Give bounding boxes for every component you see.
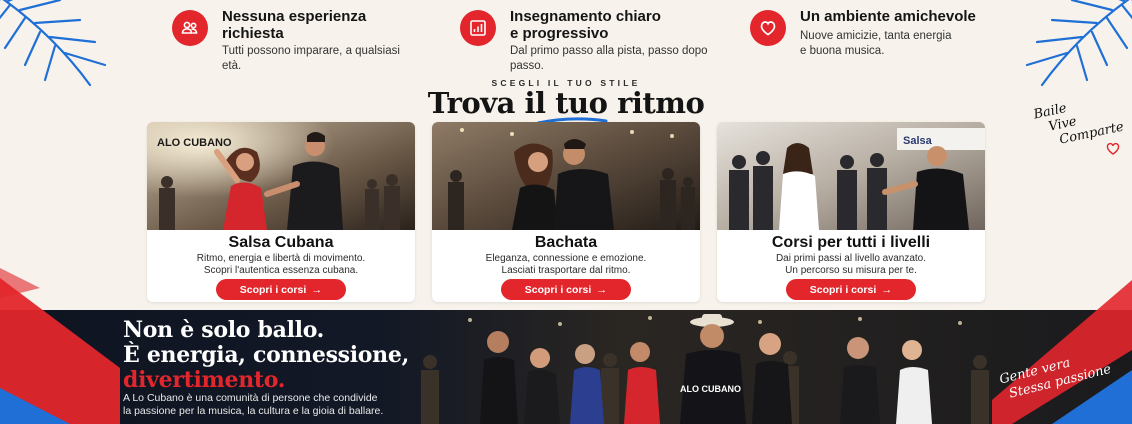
heart-icon bbox=[750, 10, 786, 46]
feature-text: Nuove amicizie, tanta energia e buona mus… bbox=[800, 30, 952, 57]
community-banner: ALO CUBANO Non è solo ballo. È energia, … bbox=[0, 310, 1132, 424]
section-title: Trova il tuo ritmo bbox=[427, 86, 705, 120]
card-title: Salsa Cubana bbox=[228, 234, 334, 251]
banner-body-text: A Lo Cubano è una comunità di persone ch… bbox=[123, 392, 384, 417]
arrow-right-icon: → bbox=[311, 283, 323, 296]
landing-page: Nessuna esperienza richiesta Tutti posson… bbox=[0, 0, 1132, 424]
feature-title: Nessuna esperienza richiesta bbox=[222, 8, 367, 42]
feature-text: Dal primo passo alla pista, passo dopo p… bbox=[510, 45, 708, 72]
card-description: Dai primi passi al livello avanzato. Un … bbox=[775, 253, 927, 276]
bachata-photo bbox=[432, 122, 700, 230]
button-label: Scopri i corsi bbox=[524, 283, 592, 296]
feature-friendly-environment: Un ambiente amichevole Nuove amicizie, t… bbox=[750, 8, 1000, 59]
course-card-bachata[interactable]: Bachata Eleganza, connessione e emozione… bbox=[432, 122, 700, 302]
discover-courses-button-salsa[interactable]: Scopri i corsi → bbox=[216, 279, 346, 300]
feature-title: Un ambiente amichevole bbox=[800, 8, 976, 25]
arrow-right-icon: → bbox=[596, 283, 608, 296]
heart-outline-icon bbox=[1106, 142, 1120, 155]
features-row: Nessuna esperienza richiesta Tutti posson… bbox=[0, 8, 1132, 72]
feature-clear-teaching: Insegnamento chiaro e progressivo Dal pri… bbox=[460, 8, 730, 74]
brush-stripe-left-decoration bbox=[0, 268, 120, 424]
card-title: Bachata bbox=[534, 234, 598, 251]
photo-wall-sign: Salsa bbox=[903, 135, 933, 147]
discover-courses-button-bachata[interactable]: Scopri i corsi → bbox=[501, 279, 631, 300]
photo-wall-sign: ALO CUBANO bbox=[157, 137, 232, 149]
salsa-photo: ALO CUBANO bbox=[147, 122, 415, 230]
group-icon bbox=[172, 10, 208, 46]
card-description: Eleganza, connessione e emozione. Lascia… bbox=[485, 253, 647, 276]
feature-no-experience: Nessuna esperienza richiesta Tutti posson… bbox=[172, 8, 422, 74]
feature-title: Insegnamento chiaro e progressivo bbox=[510, 8, 661, 42]
arrow-right-icon: → bbox=[881, 283, 893, 296]
chart-icon bbox=[460, 10, 496, 46]
button-label: Scopri i corsi bbox=[239, 283, 307, 296]
discover-courses-button-levels[interactable]: Scopri i corsi → bbox=[786, 279, 916, 300]
card-title: Corsi per tutti i livelli bbox=[771, 234, 931, 251]
card-description: Ritmo, energia e libertà di movimento. S… bbox=[196, 253, 366, 276]
course-card-all-levels[interactable]: Salsa Corsi per tutti i livelli Dai prim… bbox=[717, 122, 985, 302]
shirt-logo-text: ALO CUBANO bbox=[680, 384, 741, 394]
course-card-salsa[interactable]: ALO CUBANO Salsa Cubana Ritmo, energia e… bbox=[147, 122, 415, 302]
all-levels-photo: Salsa bbox=[717, 122, 985, 230]
banner-headline: Non è solo ballo. È energia, connessione… bbox=[123, 317, 409, 393]
button-label: Scopri i corsi bbox=[809, 283, 877, 296]
feature-text: Tutti possono imparare, a qualsiasi età. bbox=[222, 45, 400, 72]
